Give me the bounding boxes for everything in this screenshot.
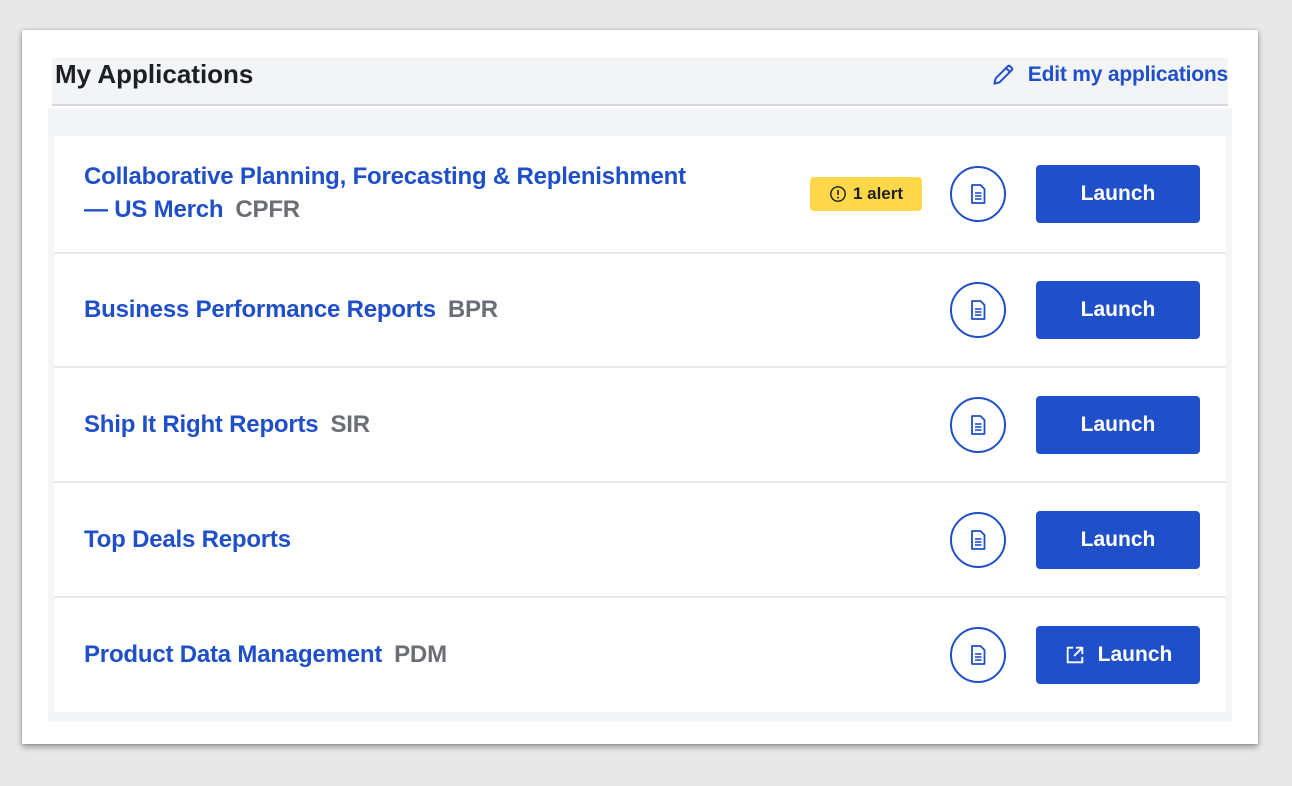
page-title: My Applications (55, 59, 254, 89)
application-abbreviation: SIR (330, 411, 370, 438)
document-icon (971, 645, 986, 665)
applications-list: Collaborative Planning, Forecasting & Re… (48, 108, 1232, 722)
pencil-icon (990, 62, 1016, 88)
application-title-link[interactable]: Collaborative Planning, Forecasting & Re… (84, 160, 686, 226)
application-name: Business Performance Reports (84, 296, 436, 323)
launch-label: Launch (1080, 298, 1156, 321)
list-item: Business Performance Reports BPR Launch (54, 254, 1226, 368)
list-item: Product Data Management PDM Launch (54, 598, 1226, 712)
application-name-line2: — US Merch (84, 196, 224, 223)
alert-circle-icon (829, 185, 847, 203)
list-item: Top Deals Reports Launch (54, 483, 1226, 598)
launch-button[interactable]: Launch (1036, 396, 1200, 454)
application-name-line1: Collaborative Planning, Forecasting & Re… (84, 163, 686, 190)
document-button[interactable] (950, 282, 1006, 338)
application-title-link[interactable]: Business Performance Reports BPR (84, 293, 498, 326)
list-item: Collaborative Planning, Forecasting & Re… (54, 136, 1226, 254)
document-button[interactable] (950, 512, 1006, 568)
launch-button[interactable]: Launch (1036, 626, 1200, 684)
document-icon (971, 530, 986, 550)
launch-button[interactable]: Launch (1036, 281, 1200, 339)
launch-label: Launch (1097, 643, 1173, 666)
application-title-link[interactable]: Product Data Management PDM (84, 638, 447, 671)
edit-applications-label: Edit my applications (1027, 63, 1228, 86)
application-title-link[interactable]: Top Deals Reports (84, 523, 291, 556)
launch-label: Launch (1080, 182, 1156, 205)
document-icon (971, 184, 986, 204)
launch-button[interactable]: Launch (1036, 165, 1200, 223)
edit-applications-link[interactable]: Edit my applications (990, 60, 1228, 90)
document-button[interactable] (950, 627, 1006, 683)
application-name: Ship It Right Reports (84, 411, 319, 438)
document-button[interactable] (950, 166, 1006, 222)
application-name: Product Data Management (84, 641, 383, 668)
launch-label: Launch (1080, 413, 1156, 436)
application-name: Top Deals Reports (84, 526, 291, 553)
launch-label: Launch (1080, 528, 1156, 551)
application-abbreviation: CPFR (235, 196, 300, 223)
external-link-icon (1064, 644, 1086, 666)
list-item: Ship It Right Reports SIR Launch (54, 368, 1226, 483)
applications-card: My Applications Edit my applications Col… (22, 30, 1258, 744)
document-button[interactable] (950, 397, 1006, 453)
application-abbreviation: PDM (394, 641, 447, 668)
document-icon (971, 415, 986, 435)
application-title-link[interactable]: Ship It Right Reports SIR (84, 408, 370, 441)
alert-badge[interactable]: 1 alert (810, 177, 922, 211)
card-header: My Applications Edit my applications (52, 58, 1228, 106)
launch-button[interactable]: Launch (1036, 511, 1200, 569)
document-icon (971, 300, 986, 320)
application-abbreviation: BPR (447, 296, 498, 323)
alert-count-label: 1 alert (852, 184, 904, 203)
